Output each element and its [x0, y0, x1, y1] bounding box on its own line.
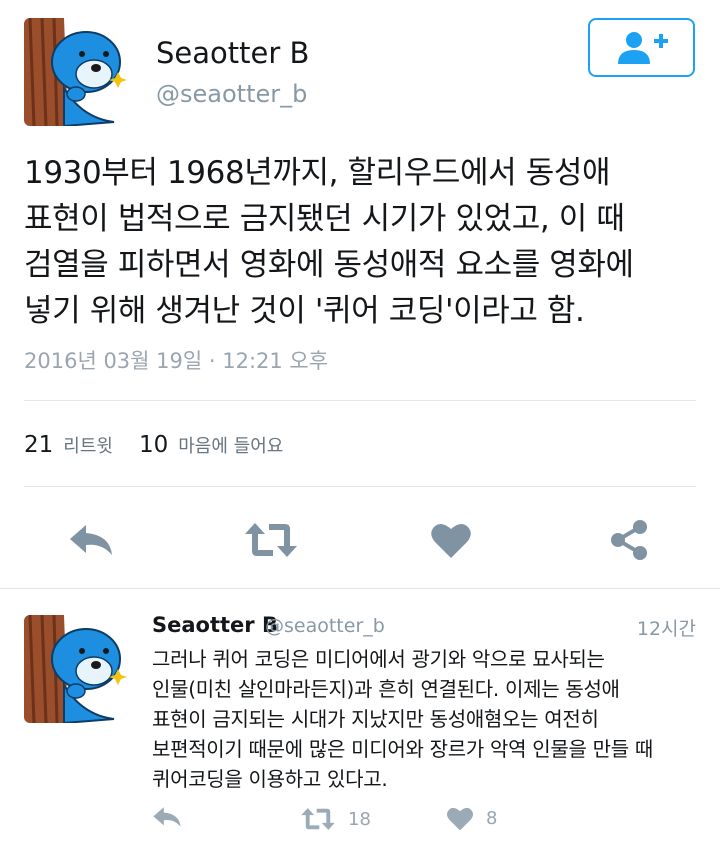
share-button[interactable] [606, 518, 652, 562]
author-handle[interactable]: @seaotter_b [156, 80, 307, 108]
retweet-button[interactable] [242, 520, 300, 560]
retweet-count[interactable]: 21 [24, 432, 53, 458]
like-count[interactable]: 10 [139, 432, 168, 458]
seaotter-avatar-image [24, 18, 130, 126]
retweet-label[interactable]: 리트윗 [63, 432, 113, 458]
reply-retweet-count: 18 [348, 808, 371, 830]
reply-time: 12시간 [636, 618, 696, 640]
reply-reply-button[interactable] [152, 806, 182, 828]
heart-icon [431, 523, 471, 558]
heart-icon [446, 807, 474, 831]
reply-button[interactable] [66, 520, 116, 560]
add-user-icon [617, 31, 668, 64]
follow-button[interactable] [588, 18, 695, 77]
retweet-icon [301, 808, 335, 830]
section-divider [0, 588, 720, 589]
reply-retweet-button[interactable]: 18 [300, 806, 371, 832]
divider [24, 400, 696, 401]
reply-text: 그러나 퀴어 코딩은 미디어에서 광기와 악으로 묘사되는 인물(미친 살인마라… [152, 647, 653, 791]
reply-author-handle[interactable]: @seaotter_b [265, 615, 385, 637]
tweet-stats: 21 리트윗 10 마음에 들어요 [24, 432, 309, 458]
share-icon [611, 520, 647, 560]
seaotter-avatar-image [24, 615, 130, 723]
divider [24, 486, 696, 487]
tweet-timestamp: 2016년 03월 19일 · 12:21 오후 [24, 349, 329, 373]
author-name[interactable]: Seaotter B [156, 36, 309, 70]
reply-icon [153, 807, 181, 827]
like-button[interactable] [428, 518, 474, 562]
reply-like-button[interactable]: 8 [446, 806, 497, 831]
reply-icon [70, 525, 112, 555]
like-label[interactable]: 마음에 들어요 [178, 432, 283, 458]
author-avatar[interactable] [24, 18, 130, 126]
reply-author-avatar[interactable] [24, 615, 130, 723]
reply-author-name[interactable]: Seaotter B [152, 613, 278, 637]
retweet-icon [245, 523, 297, 557]
reply-like-count: 8 [486, 808, 498, 829]
tweet-text: 1930부터 1968년까지, 할리우드에서 동성애 표현이 법적으로 금지됐던… [24, 155, 634, 329]
